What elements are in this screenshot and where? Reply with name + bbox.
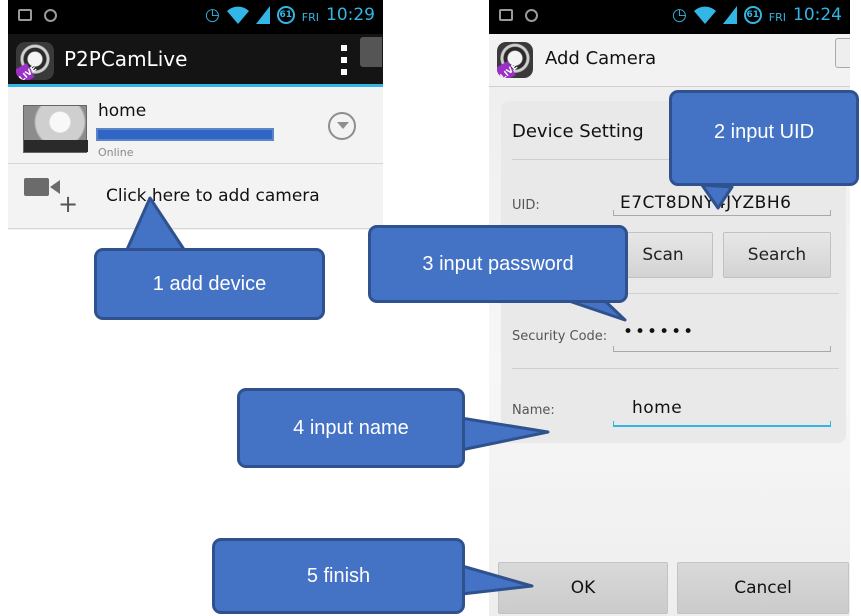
status-time: 10:29: [326, 5, 375, 25]
signal-icon: [255, 6, 270, 24]
app-logo-icon[interactable]: LIVE: [16, 42, 54, 80]
security-code-input[interactable]: ••••••: [623, 322, 695, 342]
name-underline: [613, 421, 831, 427]
drawer-edge-handle[interactable]: [835, 38, 850, 68]
camera-status: Online: [98, 146, 134, 159]
app-logo-icon[interactable]: LIVE: [497, 42, 533, 78]
panel-title: Device Setting: [512, 121, 644, 142]
uid-label: UID:: [512, 198, 540, 213]
callout-add-device: 1 add device: [94, 248, 325, 320]
scan-button[interactable]: Scan: [613, 232, 713, 278]
callout-input-uid: 2 input UID: [669, 90, 859, 186]
add-camera-icon: +: [24, 174, 78, 216]
drawer-edge-handle[interactable]: [360, 37, 382, 67]
status-time: 10:24: [793, 5, 842, 25]
ok-button[interactable]: OK: [498, 562, 668, 614]
status-bar: ◷ 61 FRI 10:24: [489, 0, 850, 34]
camera-list-screen: ◷ 61 FRI 10:29 LIVE P2PCamLive home Onli…: [8, 0, 383, 230]
signal-icon: [722, 6, 737, 24]
action-bar: LIVE P2PCamLive: [8, 34, 383, 87]
divider: [512, 368, 839, 369]
status-day: FRI: [768, 10, 786, 24]
battery-icon: 61: [276, 6, 295, 24]
callout-text: 4 input name: [293, 417, 409, 439]
app-title: P2PCamLive: [64, 47, 188, 71]
uid-underline: [613, 210, 831, 216]
name-label: Name:: [512, 403, 555, 418]
wifi-icon: [693, 5, 716, 25]
redacted-uid-bar: [96, 128, 274, 141]
camera-thumbnail: [23, 105, 88, 153]
screen-title: Add Camera: [545, 48, 657, 69]
cancel-button[interactable]: Cancel: [677, 562, 849, 614]
camera-name: home: [98, 101, 147, 121]
alarm-icon: ◷: [671, 5, 687, 25]
alarm-icon: ◷: [204, 5, 220, 25]
callout-text: 2 input UID: [713, 121, 815, 143]
name-input[interactable]: home: [632, 398, 682, 418]
status-bar: ◷ 61 FRI 10:29: [8, 0, 383, 34]
callout-input-password: 3 input password: [368, 225, 628, 303]
sync-icon: [44, 9, 57, 22]
battery-icon: 61: [743, 6, 762, 24]
camera-options-icon[interactable]: [328, 112, 356, 140]
callout-text: 5 finish: [306, 565, 371, 587]
callout-finish: 5 finish: [212, 538, 465, 614]
callout-text: 3 input password: [422, 253, 574, 275]
security-code-underline: [613, 346, 831, 352]
screenshot-icon: [499, 9, 513, 21]
camera-list-item[interactable]: home Online: [8, 90, 383, 164]
callout-input-name: 4 input name: [237, 388, 465, 468]
add-camera-label: Click here to add camera: [106, 186, 320, 206]
callout-text: 1 add device: [152, 273, 267, 295]
add-camera-row[interactable]: + Click here to add camera: [8, 165, 383, 229]
action-bar: LIVE Add Camera: [489, 34, 850, 87]
sync-icon: [525, 9, 538, 22]
security-code-label: Security Code:: [512, 329, 608, 344]
wifi-icon: [226, 5, 249, 25]
search-button[interactable]: Search: [723, 232, 831, 278]
status-day: FRI: [301, 10, 319, 24]
overflow-menu-icon[interactable]: [341, 45, 349, 75]
notification-icon: [18, 9, 32, 21]
